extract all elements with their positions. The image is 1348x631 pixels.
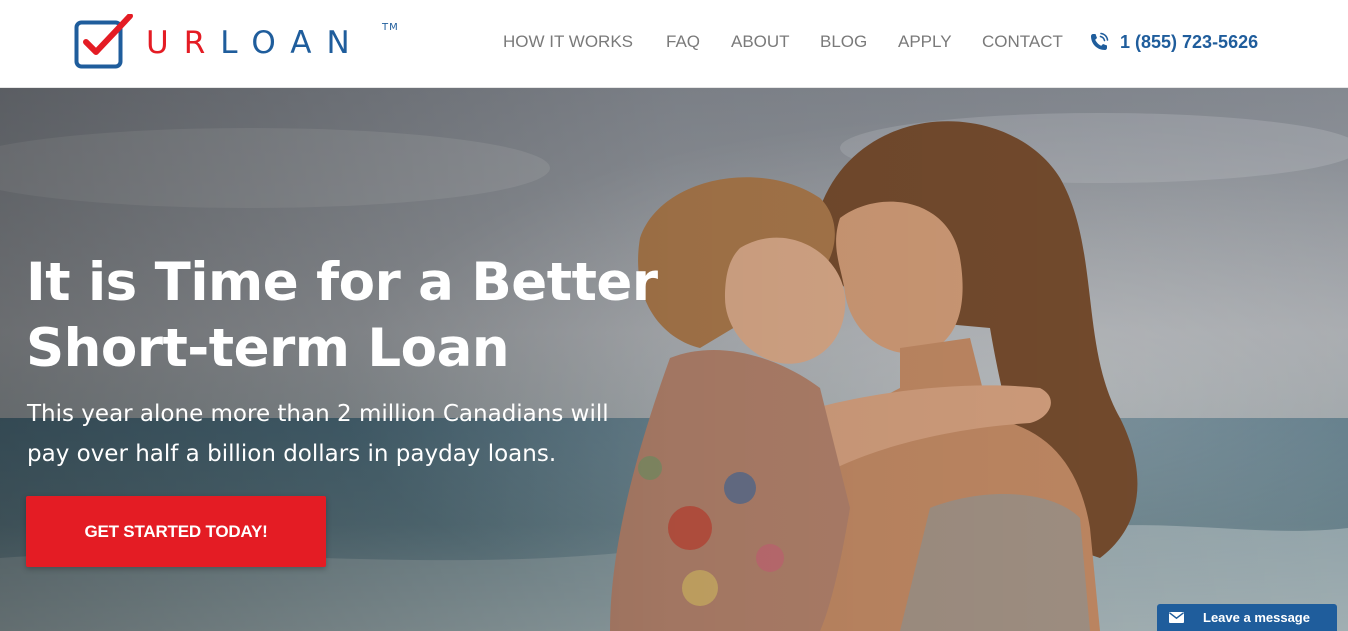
nav-link-apply[interactable]: APPLY [898, 30, 952, 54]
nav-link-faq[interactable]: FAQ [666, 30, 700, 54]
hero-title: It is Time for a Better Short-term Loan [26, 250, 666, 382]
nav-link-blog[interactable]: BLOG [820, 30, 867, 54]
leave-message-label: Leave a message [1203, 610, 1310, 625]
leave-message-chat-button[interactable]: Leave a message [1157, 604, 1337, 631]
envelope-icon [1169, 612, 1184, 623]
site-header: URLOAN TM HOW IT WORKS FAQ ABOUT BLOG AP… [0, 0, 1348, 88]
hero-subtitle-line-1: This year alone more than 2 million Cana… [27, 401, 609, 427]
hero-subtitle: This year alone more than 2 million Cana… [27, 394, 677, 474]
get-started-button[interactable]: GET STARTED TODAY! [26, 496, 326, 567]
nav-link-about[interactable]: ABOUT [731, 30, 790, 54]
nav-link-contact[interactable]: CONTACT [982, 30, 1063, 54]
hero-subtitle-line-2: pay over half a billion dollars in payda… [27, 441, 557, 467]
phone-icon [1091, 32, 1109, 50]
hero-title-line-2: Short-term Loan [26, 318, 510, 379]
hero-section: It is Time for a Better Short-term Loan … [0, 88, 1348, 631]
nav-link-how-it-works[interactable]: HOW IT WORKS [503, 30, 633, 54]
hero-title-line-1: It is Time for a Better [26, 252, 658, 313]
get-started-button-label: GET STARTED TODAY! [84, 522, 268, 541]
phone-number: 1 (855) 723-5626 [1120, 32, 1259, 52]
